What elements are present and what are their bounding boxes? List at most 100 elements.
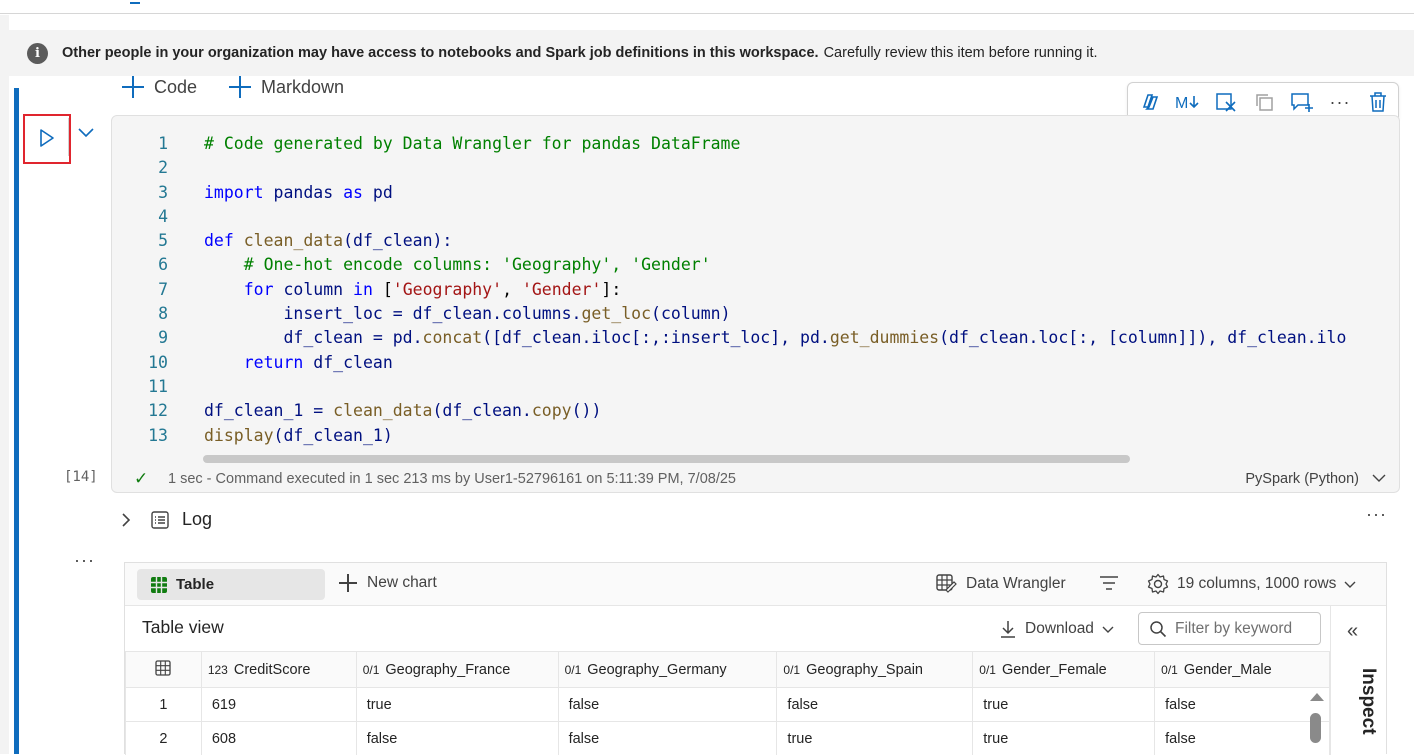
code-line: 1# Code generated by Data Wrangler for p… xyxy=(112,132,1400,156)
code-token: df_clean_1 = xyxy=(204,401,333,420)
table-cell[interactable]: false xyxy=(1155,688,1330,722)
copilot-icon[interactable] xyxy=(1136,88,1164,116)
code-token: copy xyxy=(532,401,572,420)
plus-icon xyxy=(229,76,251,98)
table-cell[interactable]: true xyxy=(973,722,1155,755)
clear-output-icon[interactable] xyxy=(1212,88,1240,116)
line-number: 1 xyxy=(134,132,168,156)
copy-cell-icon[interactable] xyxy=(1250,88,1278,116)
add-code-button[interactable]: Code xyxy=(122,76,197,98)
code-token: 'Gender' xyxy=(522,280,601,299)
more-icon[interactable]: ··· xyxy=(74,550,95,571)
table-cell[interactable]: 619 xyxy=(201,688,356,722)
column-header[interactable]: 0/1Gender_Male xyxy=(1155,652,1330,688)
column-type-icon: 0/1 xyxy=(783,663,800,677)
code-token: return xyxy=(204,353,303,372)
horizontal-scrollbar[interactable] xyxy=(203,455,1130,463)
markdown-toggle-icon[interactable]: M xyxy=(1174,88,1202,116)
collapse-left-icon[interactable]: « xyxy=(1347,620,1358,643)
code-token: (df_clean): xyxy=(343,231,452,250)
table-row[interactable]: 2 608 false false true true false xyxy=(126,722,1330,755)
table-cell[interactable]: true xyxy=(777,722,973,755)
code-line: 9 df_clean = pd.concat([df_clean.iloc[:,… xyxy=(112,326,1400,350)
data-grid: 123CreditScore 0/1Geography_France 0/1Ge… xyxy=(125,651,1330,755)
filter-input[interactable] xyxy=(1173,619,1313,639)
column-header[interactable]: 0/1Gender_Female xyxy=(973,652,1155,688)
table-cell[interactable]: true xyxy=(973,688,1155,722)
download-button[interactable]: Download xyxy=(999,619,1114,639)
column-header[interactable]: 123 CreditScore xyxy=(201,652,356,688)
line-number: 13 xyxy=(134,424,168,448)
data-table: 123CreditScore 0/1Geography_France 0/1Ge… xyxy=(125,651,1330,755)
check-icon: ✓ xyxy=(134,469,148,489)
chevron-down-icon[interactable] xyxy=(1371,471,1387,485)
info-icon: i xyxy=(27,43,48,64)
column-type-icon: 123 xyxy=(208,663,228,677)
add-markdown-button[interactable]: Markdown xyxy=(229,76,344,98)
code-line: 11 xyxy=(112,375,1400,399)
top-bar xyxy=(0,0,1414,14)
table-cell[interactable]: 608 xyxy=(201,722,356,755)
scroll-up-arrow[interactable] xyxy=(1310,693,1324,701)
more-icon[interactable]: ··· xyxy=(1326,88,1354,116)
run-cell-button[interactable] xyxy=(23,114,71,164)
table-cell[interactable]: true xyxy=(356,688,558,722)
column-type-icon: 0/1 xyxy=(363,663,380,677)
more-icon[interactable]: ··· xyxy=(1366,504,1387,525)
code-token: (df_clean. xyxy=(432,401,531,420)
code-line: 10 return df_clean xyxy=(112,351,1400,375)
new-chart-button[interactable]: New chart xyxy=(339,574,437,592)
execution-count: [14] xyxy=(64,469,98,485)
column-header-label: Gender_Female xyxy=(1002,662,1107,678)
column-header[interactable]: 0/1Geography_France xyxy=(356,652,558,688)
code-line: 8 insert_loc = df_clean.columns.get_loc(… xyxy=(112,302,1400,326)
grid-select-all[interactable] xyxy=(126,652,202,688)
table-cell[interactable]: false xyxy=(1155,722,1330,755)
column-type-icon: 0/1 xyxy=(1161,663,1178,677)
data-wrangler-button[interactable]: Data Wrangler xyxy=(936,574,1066,594)
line-number: 10 xyxy=(134,351,168,375)
column-header-label: Geography_Spain xyxy=(806,662,923,678)
code-line: 3import pandas as pd xyxy=(112,181,1400,205)
column-header-label: CreditScore xyxy=(234,662,311,678)
output-panel: Table New chart Data Wrangler 19 columns… xyxy=(124,562,1387,754)
data-wrangler-label: Data Wrangler xyxy=(966,575,1066,593)
code-token: 'Geography' xyxy=(393,280,502,299)
execution-status-text: 1 sec - Command executed in 1 sec 213 ms… xyxy=(168,471,736,487)
column-header[interactable]: 0/1 Geography_Spain xyxy=(777,652,973,688)
table-cell[interactable]: false xyxy=(777,688,973,722)
code-editor[interactable]: 1# Code generated by Data Wrangler for p… xyxy=(111,115,1400,493)
comment-icon[interactable] xyxy=(1288,88,1316,116)
code-token: ]: xyxy=(601,280,621,299)
filter-search-box[interactable] xyxy=(1138,612,1321,645)
tab-table[interactable]: Table xyxy=(137,569,325,600)
code-line: 4 xyxy=(112,205,1400,229)
code-token: def xyxy=(204,231,234,250)
delete-icon[interactable] xyxy=(1364,88,1392,116)
column-header[interactable]: 0/1Geography_Germany xyxy=(558,652,777,688)
table-row[interactable]: 1 619 true false false true false xyxy=(126,688,1330,722)
inspect-panel: « Inspect xyxy=(1330,606,1386,755)
log-toggle[interactable]: Log xyxy=(120,509,212,530)
language-selector[interactable]: PySpark (Python) xyxy=(1245,471,1359,487)
row-index: 1 xyxy=(126,688,202,722)
code-token: (df_clean.loc[:, [column]]), df_clean.il… xyxy=(939,328,1346,347)
search-icon xyxy=(1149,620,1167,638)
run-options-chevron[interactable] xyxy=(77,126,95,144)
inspect-label[interactable]: Inspect xyxy=(1339,668,1379,735)
code-token: ([df_clean.iloc[:,:insert_loc], pd. xyxy=(482,328,830,347)
vertical-scrollbar[interactable] xyxy=(1308,693,1322,755)
table-cell[interactable]: false xyxy=(356,722,558,755)
banner-bold-text: Other people in your organization may ha… xyxy=(62,45,819,61)
code-line: 6 # One-hot encode columns: 'Geography',… xyxy=(112,253,1400,277)
line-number: 12 xyxy=(134,399,168,423)
code-token: clean_data xyxy=(333,401,432,420)
table-cell[interactable]: false xyxy=(558,722,777,755)
filter-icon[interactable] xyxy=(1099,574,1119,592)
line-number: 7 xyxy=(134,278,168,302)
settings-icon xyxy=(1147,573,1169,595)
table-cell[interactable]: false xyxy=(558,688,777,722)
columns-rows-label: 19 columns, 1000 rows xyxy=(1177,575,1336,593)
columns-rows-settings[interactable]: 19 columns, 1000 rows xyxy=(1147,573,1356,595)
scrollbar-thumb[interactable] xyxy=(1310,713,1321,743)
